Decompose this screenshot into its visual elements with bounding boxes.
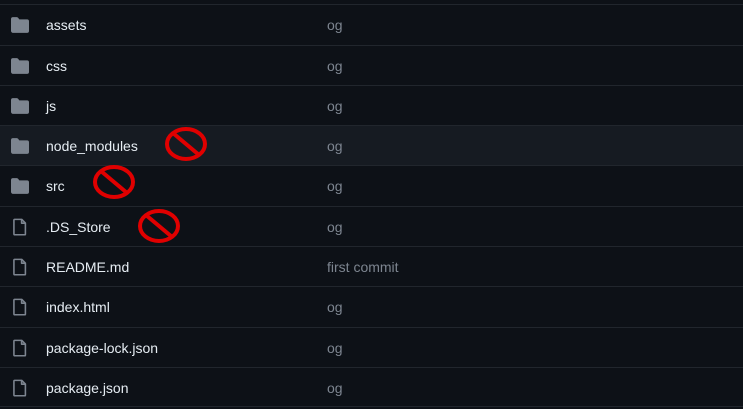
file-row-readme[interactable]: README.md first commit <box>0 246 743 286</box>
file-icon <box>11 379 29 397</box>
file-row-assets[interactable]: assets og <box>0 4 743 44</box>
file-list: assets og css og js og node_modules og s… <box>0 0 743 409</box>
file-name-link[interactable]: package-lock.json <box>46 339 158 357</box>
folder-icon <box>11 137 29 155</box>
file-row-ds-store[interactable]: .DS_Store og <box>0 206 743 246</box>
commit-message-link[interactable]: og <box>327 218 343 236</box>
commit-message-link[interactable]: og <box>327 16 343 34</box>
file-name-link[interactable]: .DS_Store <box>46 218 111 236</box>
file-row-package-json[interactable]: package.json og <box>0 367 743 407</box>
commit-message-link[interactable]: first commit <box>327 258 399 276</box>
file-name-link[interactable]: js <box>46 97 56 115</box>
file-icon <box>11 218 29 236</box>
list-divider <box>0 406 743 407</box>
file-icon <box>11 339 29 357</box>
file-row-node-modules[interactable]: node_modules og <box>0 125 743 165</box>
file-name-link[interactable]: node_modules <box>46 137 138 155</box>
commit-message-link[interactable]: og <box>327 57 343 75</box>
folder-icon <box>11 16 29 34</box>
folder-icon <box>11 97 29 115</box>
file-icon <box>11 258 29 276</box>
prohibited-sign-icon <box>137 208 181 244</box>
file-name-link[interactable]: src <box>46 177 65 195</box>
file-row-js[interactable]: js og <box>0 85 743 125</box>
file-icon <box>11 298 29 316</box>
commit-message-link[interactable]: og <box>327 298 343 316</box>
file-name-link[interactable]: README.md <box>46 258 129 276</box>
prohibited-sign-icon <box>164 126 208 162</box>
file-name-link[interactable]: index.html <box>46 298 110 316</box>
folder-icon <box>11 57 29 75</box>
file-name-link[interactable]: css <box>46 57 67 75</box>
file-row-index-html[interactable]: index.html og <box>0 286 743 326</box>
commit-message-link[interactable]: og <box>327 137 343 155</box>
file-row-css[interactable]: css og <box>0 45 743 85</box>
file-name-link[interactable]: package.json <box>46 379 129 397</box>
folder-icon <box>11 177 29 195</box>
commit-message-link[interactable]: og <box>327 177 343 195</box>
commit-message-link[interactable]: og <box>327 379 343 397</box>
file-name-link[interactable]: assets <box>46 16 86 34</box>
commit-message-link[interactable]: og <box>327 339 343 357</box>
file-row-package-lock[interactable]: package-lock.json og <box>0 327 743 367</box>
commit-message-link[interactable]: og <box>327 97 343 115</box>
prohibited-sign-icon <box>92 164 136 200</box>
